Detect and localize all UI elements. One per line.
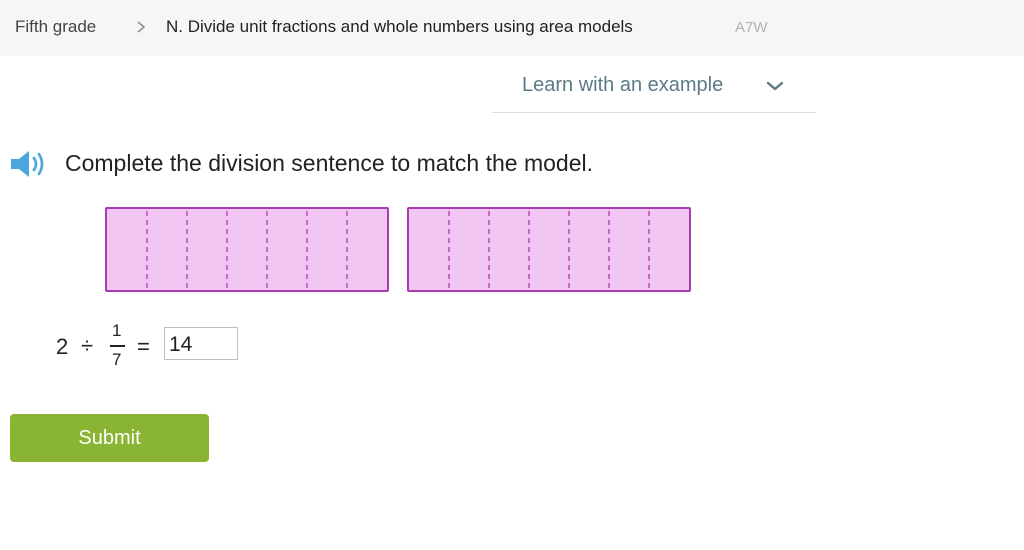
divider (492, 112, 816, 113)
model-partition-lines (146, 211, 348, 288)
fraction-numerator: 1 (112, 321, 122, 340)
breadcrumb-grade-link[interactable]: Fifth grade (15, 17, 96, 37)
breadcrumb: Fifth grade N. Divide unit fractions and… (0, 0, 1024, 56)
learn-with-example-link[interactable]: Learn with an example (522, 74, 723, 97)
question-prompt: Complete the division sentence to match … (65, 150, 594, 176)
divide-sign: ÷ (81, 333, 94, 358)
model-partition-lines (448, 211, 650, 288)
speaker-icon[interactable] (9, 147, 51, 181)
equals-sign: = (137, 334, 150, 359)
breadcrumb-skill: N. Divide unit fractions and whole numbe… (166, 17, 633, 36)
area-model-whole-2 (407, 207, 691, 292)
chevron-right-icon (137, 21, 146, 33)
answer-input[interactable] (164, 327, 238, 360)
area-model-whole-1 (105, 207, 389, 292)
fraction-denominator: 7 (112, 350, 122, 369)
fraction-bar (110, 345, 125, 347)
chevron-down-icon[interactable] (766, 80, 784, 92)
submit-button[interactable]: Submit (10, 414, 209, 462)
equation-dividend: 2 (56, 334, 69, 359)
skill-code: A7W (735, 19, 768, 36)
